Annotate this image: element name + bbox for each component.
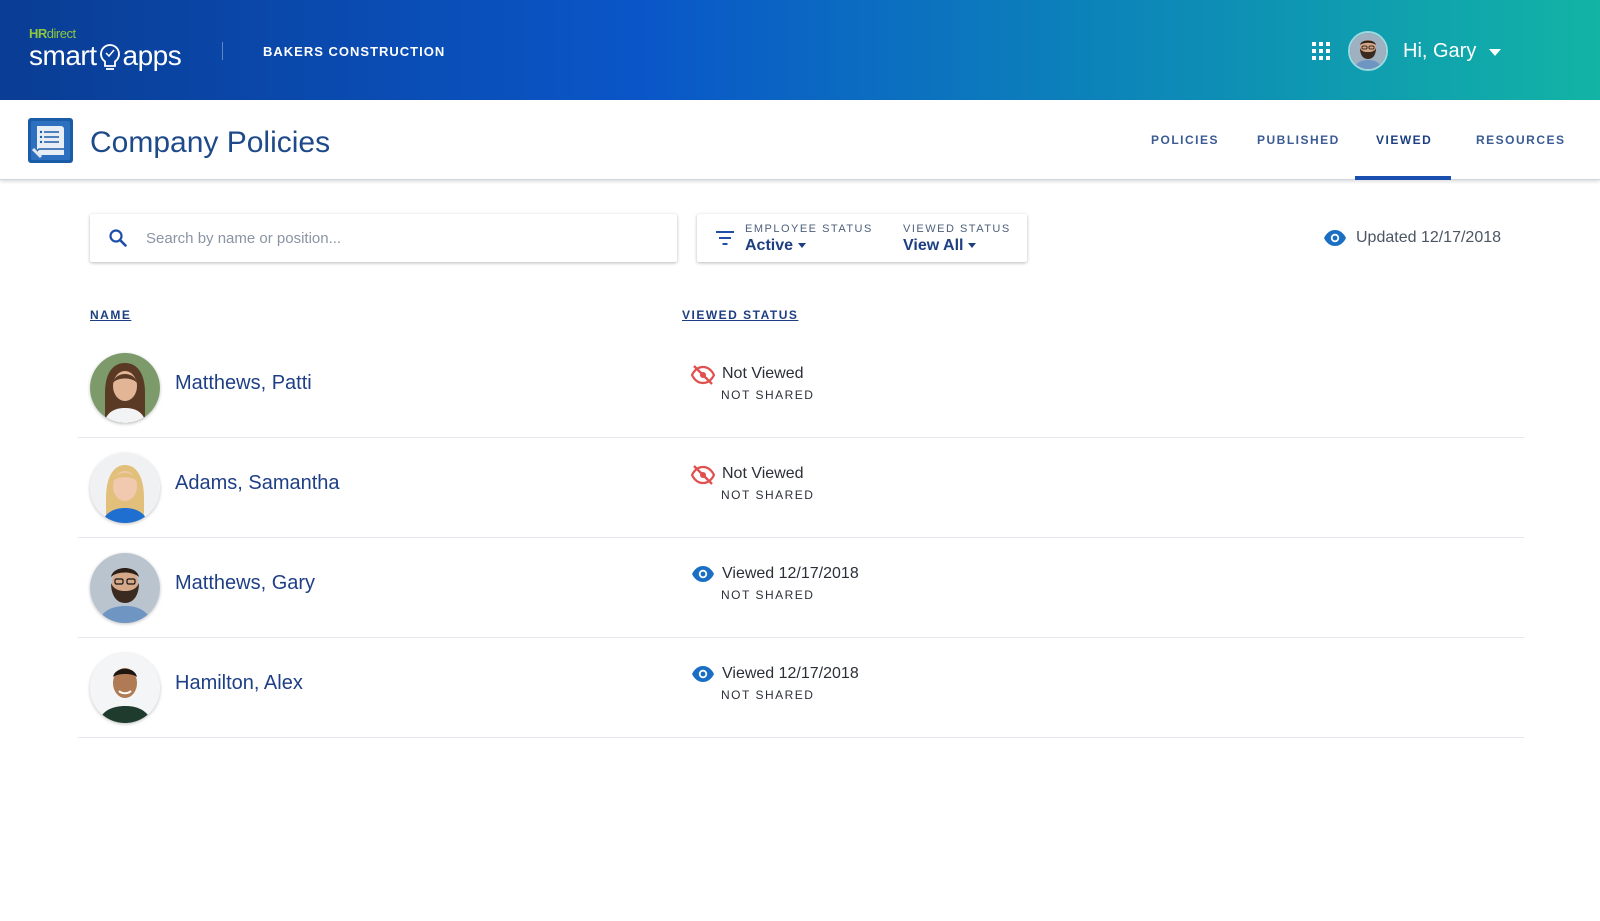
table-row[interactable]: Hamilton, Alex Viewed 12/17/2018 NOT SHA… — [78, 638, 1524, 738]
employee-status-label: EMPLOYEE STATUS — [745, 223, 873, 235]
smartapps-logo[interactable]: HRdirect smart apps — [29, 26, 189, 76]
viewed-status-text: Viewed 12/17/2018 — [722, 565, 859, 582]
avatar — [90, 353, 160, 423]
employee-name[interactable]: Hamilton, Alex — [175, 672, 303, 695]
employee-status-value: Active — [745, 237, 794, 254]
eye-icon — [692, 666, 714, 682]
shared-status-text: NOT SHARED — [721, 488, 815, 502]
employee-name[interactable]: Matthews, Patti — [175, 372, 312, 395]
tab-viewed[interactable]: VIEWED — [1376, 133, 1432, 147]
user-avatar[interactable] — [1348, 31, 1388, 71]
shared-status-text: NOT SHARED — [721, 588, 815, 602]
caret-down-icon — [798, 243, 807, 249]
viewed-status-label: VIEWED STATUS — [903, 223, 1011, 235]
logo-hr-text: HR — [29, 26, 47, 41]
table-row[interactable]: Matthews, Gary Viewed 12/17/2018 NOT SHA… — [78, 538, 1524, 638]
policies-book-icon — [27, 117, 74, 164]
lightbulb-icon — [99, 43, 120, 70]
page-title: Company Policies — [90, 126, 331, 159]
table-row[interactable]: Matthews, Patti Not Viewed NOT SHARED — [78, 338, 1524, 438]
employee-name[interactable]: Matthews, Gary — [175, 572, 315, 595]
header-divider — [222, 42, 223, 60]
tab-policies[interactable]: POLICIES — [1151, 133, 1219, 147]
logo-hrdirect: HRdirect — [29, 26, 76, 41]
user-greeting[interactable]: Hi, Gary — [1403, 40, 1476, 63]
shared-status-text: NOT SHARED — [721, 388, 815, 402]
tab-resources[interactable]: RESOURCES — [1476, 133, 1566, 147]
logo-smartapps-text: smart apps — [29, 40, 182, 73]
caret-down-icon — [968, 243, 977, 249]
column-header-name[interactable]: NAME — [90, 308, 131, 322]
tab-published[interactable]: PUBLISHED — [1257, 133, 1340, 147]
updated-date: Updated 12/17/2018 — [1356, 229, 1502, 246]
search-input[interactable] — [144, 214, 664, 262]
shared-status-text: NOT SHARED — [721, 688, 815, 702]
search-icon — [109, 229, 127, 247]
avatar-man-icon — [90, 653, 160, 723]
viewed-status-text: Not Viewed — [722, 465, 804, 482]
company-name: BAKERS CONSTRUCTION — [263, 44, 446, 59]
logo-direct-text: direct — [46, 26, 76, 41]
filter-bar: EMPLOYEE STATUS Active VIEWED STATUS Vie… — [697, 214, 1027, 262]
avatar — [90, 453, 160, 523]
logo-smart-text: smart — [29, 40, 97, 71]
viewed-status-value: View All — [903, 237, 964, 254]
search-box[interactable] — [90, 214, 677, 262]
viewed-status-select[interactable]: View All — [903, 237, 977, 255]
employee-status-select[interactable]: Active — [745, 237, 807, 255]
avatar — [90, 653, 160, 723]
avatar-man-beard-icon — [90, 553, 160, 623]
employee-name[interactable]: Adams, Samantha — [175, 472, 340, 495]
active-tab-indicator — [1355, 176, 1451, 180]
app-header: Company Policies POLICIES PUBLISHED VIEW… — [0, 100, 1600, 180]
eye-off-icon — [691, 365, 715, 385]
eye-icon — [1324, 230, 1346, 246]
table-row[interactable]: Adams, Samantha Not Viewed NOT SHARED — [78, 438, 1524, 538]
avatar — [90, 553, 160, 623]
app-grid-icon[interactable] — [1312, 42, 1330, 60]
eye-off-icon — [691, 465, 715, 485]
chevron-down-icon[interactable] — [1489, 49, 1501, 56]
viewed-status-text: Not Viewed — [722, 365, 804, 382]
avatar-woman-icon — [90, 353, 160, 423]
avatar-woman-blonde-icon — [90, 453, 160, 523]
logo-apps-text: apps — [122, 40, 182, 71]
column-header-viewed-status[interactable]: VIEWED STATUS — [682, 308, 798, 322]
eye-icon — [692, 566, 714, 582]
filter-icon[interactable] — [715, 229, 735, 247]
viewed-status-text: Viewed 12/17/2018 — [722, 665, 859, 682]
avatar-man-beard-icon — [1350, 33, 1386, 69]
top-bar: HRdirect smart apps BAKERS CONSTRUCTION H… — [0, 0, 1600, 100]
